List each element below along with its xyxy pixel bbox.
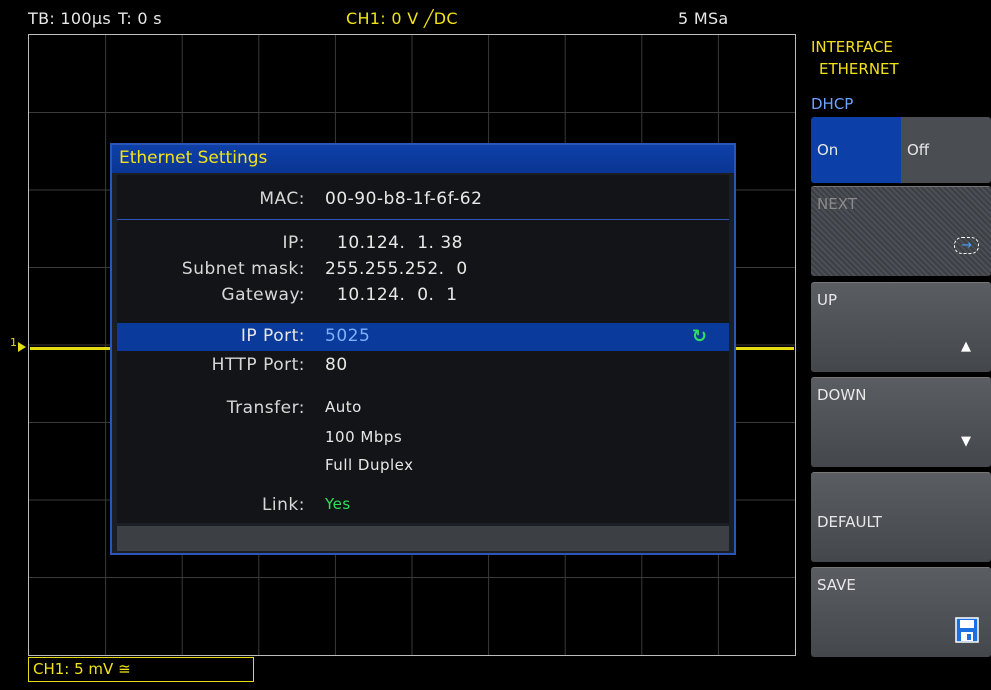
dialog-title: Ethernet Settings (112, 145, 734, 173)
gateway-value[interactable]: 10.124. 0. 1 (337, 285, 458, 305)
down-label: DOWN (817, 386, 867, 404)
default-button[interactable]: DEFAULT (811, 472, 991, 562)
down-button[interactable]: DOWN ▼ (811, 377, 991, 467)
ip-port-row[interactable]: IP Port: 5025 ↻ (117, 323, 729, 351)
arrow-right-dashed-icon: → (954, 237, 979, 254)
subnet-value[interactable]: 255.255.252. 0 (325, 259, 468, 279)
floppy-disk-icon (955, 617, 979, 647)
ip-port-value[interactable]: 5025 (325, 326, 370, 346)
channel-1-label[interactable]: CH1: 5 mV ≅ (28, 657, 254, 682)
ip-label: IP: (282, 233, 305, 253)
up-label: UP (817, 291, 838, 309)
http-port-label: HTTP Port: (211, 355, 305, 375)
triangle-down-icon: ▼ (961, 434, 971, 449)
menu-header-line1: INTERFACE (811, 38, 893, 56)
divider (117, 219, 729, 220)
trigger-time-readout[interactable]: T: 0 s (118, 9, 162, 28)
status-bar: TB: 100µs T: 0 s CH1: 0 V ╱DC 5 MSa (0, 0, 800, 34)
transfer-duplex: Full Duplex (325, 456, 414, 474)
timebase-readout[interactable]: TB: 100µs (28, 9, 111, 28)
triangle-up-icon: ▲ (961, 339, 971, 354)
link-value: Yes (325, 495, 351, 513)
dhcp-off-label: Off (907, 141, 930, 159)
mac-value: 00-90-b8-1f-6f-62 (325, 189, 483, 209)
ip-port-label: IP Port: (240, 326, 305, 346)
gateway-label: Gateway: (221, 285, 305, 305)
ethernet-settings-dialog: Ethernet Settings MAC: 00-90-b8-1f-6f-62… (110, 143, 736, 555)
link-label: Link: (261, 495, 305, 515)
default-label: DEFAULT (817, 513, 882, 531)
dhcp-toggle[interactable]: On Off (811, 117, 991, 183)
softkey-panel: INTERFACE ETHERNET DHCP On Off NEXT → UP… (808, 0, 991, 690)
save-label: SAVE (817, 576, 856, 594)
dhcp-on-label: On (817, 141, 839, 159)
next-label: NEXT (817, 195, 857, 213)
transfer-speed: 100 Mbps (325, 428, 403, 446)
save-button[interactable]: SAVE (811, 567, 991, 657)
http-port-value[interactable]: 80 (325, 355, 348, 375)
dhcp-on-button[interactable]: On (811, 117, 901, 183)
transfer-label: Transfer: (226, 398, 305, 418)
dhcp-label: DHCP (811, 95, 854, 113)
channel-readout[interactable]: CH1: 0 V ╱DC (346, 9, 458, 28)
transfer-mode: Auto (325, 398, 362, 416)
menu-header: INTERFACE ETHERNET (811, 36, 899, 80)
dhcp-off-button[interactable]: Off (901, 117, 991, 183)
dialog-footer (117, 526, 729, 551)
channel-1-offset-arrow-icon[interactable] (18, 342, 26, 352)
ip-value[interactable]: 10.124. 1. 38 (337, 233, 463, 253)
mac-label: MAC: (259, 189, 305, 209)
subnet-label: Subnet mask: (181, 259, 305, 279)
up-button[interactable]: UP ▲ (811, 282, 991, 372)
channel-1-marker[interactable]: 1 (10, 336, 17, 349)
menu-header-line2: ETHERNET (819, 60, 899, 78)
next-button[interactable]: NEXT → (811, 186, 991, 276)
sample-rate-readout: 5 MSa (678, 9, 729, 28)
cycle-icon: ↻ (691, 326, 707, 347)
